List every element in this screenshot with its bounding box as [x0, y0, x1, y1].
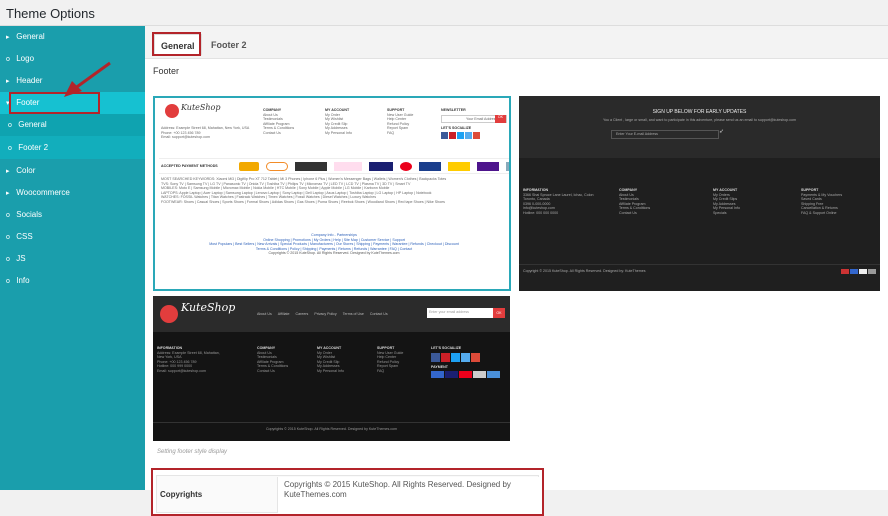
sidebar-item-label: Header	[16, 76, 43, 85]
sidebar-subitem-footer-2[interactable]: o Footer 2	[0, 136, 145, 159]
sidebar-item-css[interactable]: o CSS	[0, 226, 145, 248]
footer-style-2-option[interactable]: SIGN UP BELOW FOR EARLY UPDATES You a Cl…	[519, 96, 880, 291]
logo-text: KuteShop	[181, 103, 221, 112]
footer-nav: About Us Affiliate Careers Privacy Policy Te…	[257, 312, 388, 316]
sidebar-item-label: Woocommerce	[16, 188, 70, 197]
sidebar-item-label: General	[16, 32, 45, 41]
bullet-icon: o	[6, 212, 10, 219]
sidebar-item-label: Socials	[16, 210, 43, 219]
bullet-icon: o	[8, 122, 12, 129]
caret-right-icon: ▸	[6, 168, 10, 175]
sidebar-item-label: CSS	[16, 232, 33, 241]
sidebar-item-general[interactable]: ▸ General	[0, 26, 145, 48]
copyrights-field: Copyrights Copyrights © 2015 KuteShop. A…	[151, 468, 544, 516]
annotation-arrow-icon	[64, 61, 111, 97]
cart-logo-icon	[165, 104, 179, 118]
main-content: General Footer 2 Footer KuteShop Address…	[145, 26, 888, 516]
tab-general[interactable]: General	[154, 34, 202, 56]
tab-bar: General Footer 2	[145, 26, 888, 59]
sidebar-item-info[interactable]: o Info	[0, 270, 145, 292]
sidebar-item-label: Color	[16, 166, 36, 175]
copyrights-row: Copyrights Copyrights © 2015 KuteShop. A…	[156, 475, 539, 513]
top-bar: Theme Options	[0, 0, 888, 26]
caret-right-icon: ▸	[6, 190, 10, 197]
bullet-icon: o	[6, 256, 10, 263]
sidebar-item-js[interactable]: o JS	[0, 248, 145, 270]
payment-logos	[431, 371, 507, 379]
sidebar-item-label: Footer	[16, 98, 40, 107]
sidebar: ▸ General o Logo ▸ Header ▾ Footer o Gen…	[0, 26, 145, 490]
sidebar-item-label: Footer 2	[18, 143, 49, 152]
send-icon: ➶	[719, 129, 725, 135]
payment-logos	[841, 269, 876, 274]
col-title: MY ACCOUNT	[325, 108, 350, 112]
sidebar-item-woocommerce[interactable]: ▸ Woocommerce	[0, 182, 145, 204]
cart-logo-icon	[160, 305, 178, 323]
copyrights-label: Copyrights	[160, 490, 203, 499]
caret-right-icon: ▸	[6, 34, 10, 41]
caret-down-icon: ▾	[6, 100, 10, 107]
sidebar-item-label: General	[18, 120, 47, 129]
copyrights-textarea[interactable]: Copyrights © 2015 KuteShop. All Rights R…	[277, 477, 539, 513]
page-title: Theme Options	[6, 6, 95, 21]
sidebar-item-label: JS	[16, 254, 26, 263]
logo-text: KuteShop	[181, 301, 236, 314]
col-title: COMPANY	[263, 108, 282, 112]
footer-style-3-option[interactable]: KuteShop About Us Affiliate Careers Privacy…	[153, 296, 510, 441]
section-title: Footer	[153, 66, 180, 76]
caret-right-icon: ▸	[6, 78, 10, 85]
tab-footer-2[interactable]: Footer 2	[205, 34, 253, 56]
col-title: SUPPORT	[387, 108, 405, 112]
payment-logos	[239, 162, 509, 171]
sidebar-item-label: Logo	[16, 54, 35, 63]
footer-style-1-option[interactable]: KuteShop Address: Example Street 68, Mah…	[153, 96, 511, 291]
address-block: Address: Example Street 68, Mahattan, Ne…	[161, 126, 250, 140]
sidebar-item-socials[interactable]: o Socials	[0, 204, 145, 226]
footer-links-block: Company Info - Partnerships Online Shopp…	[209, 233, 459, 256]
social-icons	[441, 132, 507, 140]
keywords-block: MOST SEARCHED KEYWORDS: Xiaomi Mi3 | Dig…	[161, 177, 447, 204]
bullet-icon: o	[6, 234, 10, 241]
social-icons	[431, 352, 507, 362]
sidebar-item-color[interactable]: ▸ Color	[0, 160, 145, 182]
bullet-icon: o	[6, 278, 10, 285]
sidebar-item-label: Info	[16, 276, 30, 285]
field-hint: Setting footer style display	[157, 449, 228, 455]
bullet-icon: o	[8, 145, 12, 152]
bullet-icon: o	[6, 56, 10, 63]
sidebar-subitem-general[interactable]: o General	[0, 114, 145, 136]
